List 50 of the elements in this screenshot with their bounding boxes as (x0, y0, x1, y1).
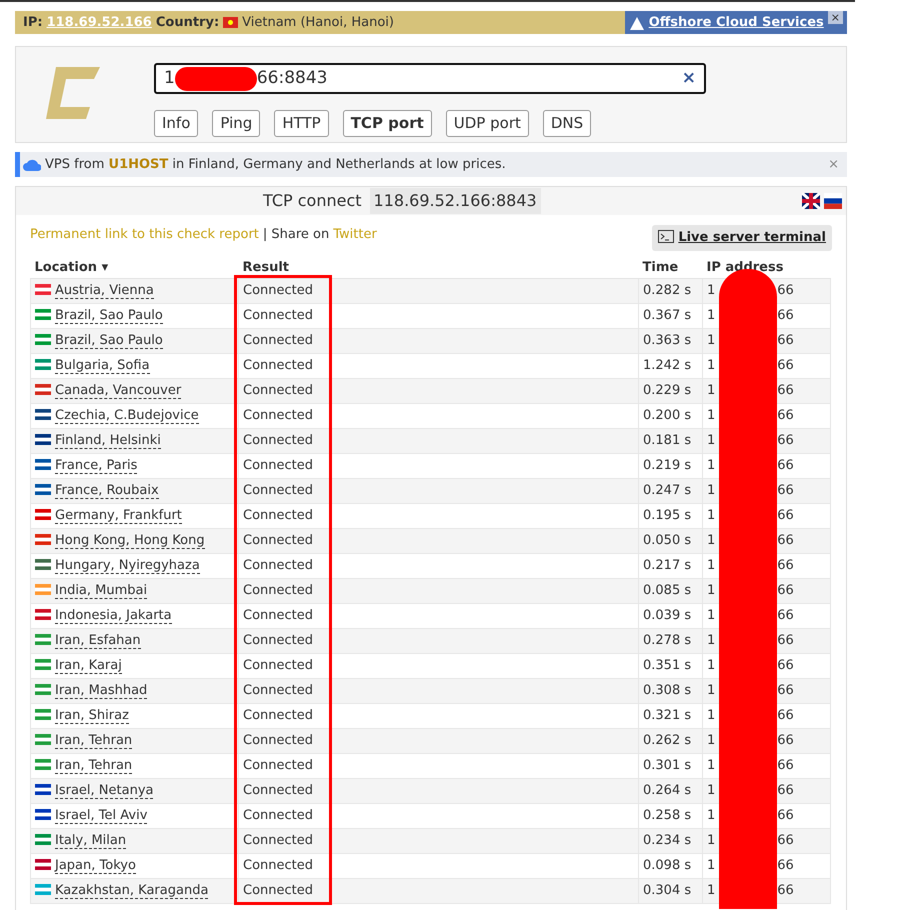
tab[interactable]: Info (154, 110, 198, 136)
russia-flag-icon[interactable] (824, 193, 842, 209)
result-cell: Connected (238, 478, 638, 504)
time-cell: 0.304 s (638, 878, 702, 904)
cloud-icon (23, 158, 41, 170)
country-name: Vietnam (Hanoi, Hanoi) (242, 14, 394, 32)
tab[interactable]: Ping (212, 110, 260, 136)
time-cell: 0.050 s (638, 528, 702, 554)
result-cell: Connected (238, 528, 638, 554)
result-cell: Connected (238, 628, 638, 654)
tab[interactable]: UDP port (446, 110, 529, 136)
uk-flag-icon[interactable] (802, 193, 820, 209)
result-cell: Connected (238, 778, 638, 804)
result-cell: Connected (238, 878, 638, 904)
result-cell: Connected (238, 828, 638, 854)
tab[interactable]: DNS (542, 110, 592, 136)
report-title: TCP connect (263, 190, 362, 212)
terminal-icon (658, 230, 674, 243)
time-cell: 0.278 s (638, 628, 702, 654)
country-label: Country: (156, 14, 220, 32)
time-cell: 0.282 s (638, 278, 702, 304)
time-cell: 0.264 s (638, 778, 702, 804)
time-cell: 0.234 s (638, 828, 702, 854)
result-cell: Connected (238, 428, 638, 454)
ad-text: VPS from U1HOST in Finland, Germany and Netherlands at low prices. (45, 156, 506, 174)
result-cell: Connected (238, 678, 638, 704)
tab[interactable]: HTTP (274, 110, 329, 136)
time-cell: 0.085 s (638, 578, 702, 604)
result-cell: Connected (238, 378, 638, 404)
input-field[interactable]: 1 66:8843 × (154, 63, 706, 94)
close-button[interactable]: × (828, 11, 843, 24)
time-cell: 0.262 s (638, 728, 702, 754)
time-cell: 0.308 s (638, 678, 702, 704)
flag-icon (223, 17, 238, 28)
result-cell: Connected (238, 278, 638, 304)
result-cell: Connected (238, 728, 638, 754)
tab[interactable]: TCP port (342, 110, 432, 136)
time-cell: 0.247 s (638, 478, 702, 504)
report-target: 118.69.52.166:8843 (370, 188, 541, 214)
time-cell: 0.229 s (638, 378, 702, 404)
ip-label: IP: (23, 14, 43, 32)
result-cell: Connected (238, 328, 638, 354)
mountain-icon (628, 14, 645, 30)
time-cell: 0.363 s (638, 328, 702, 354)
share-label: | Share on (262, 226, 330, 244)
clear-button[interactable]: × (682, 66, 696, 92)
terminal-button[interactable]: Live server terminal (652, 225, 832, 250)
ad-link[interactable]: Offshore Cloud Services (648, 12, 824, 32)
result-cell: Connected (238, 578, 638, 604)
time-cell: 0.181 s (638, 428, 702, 454)
